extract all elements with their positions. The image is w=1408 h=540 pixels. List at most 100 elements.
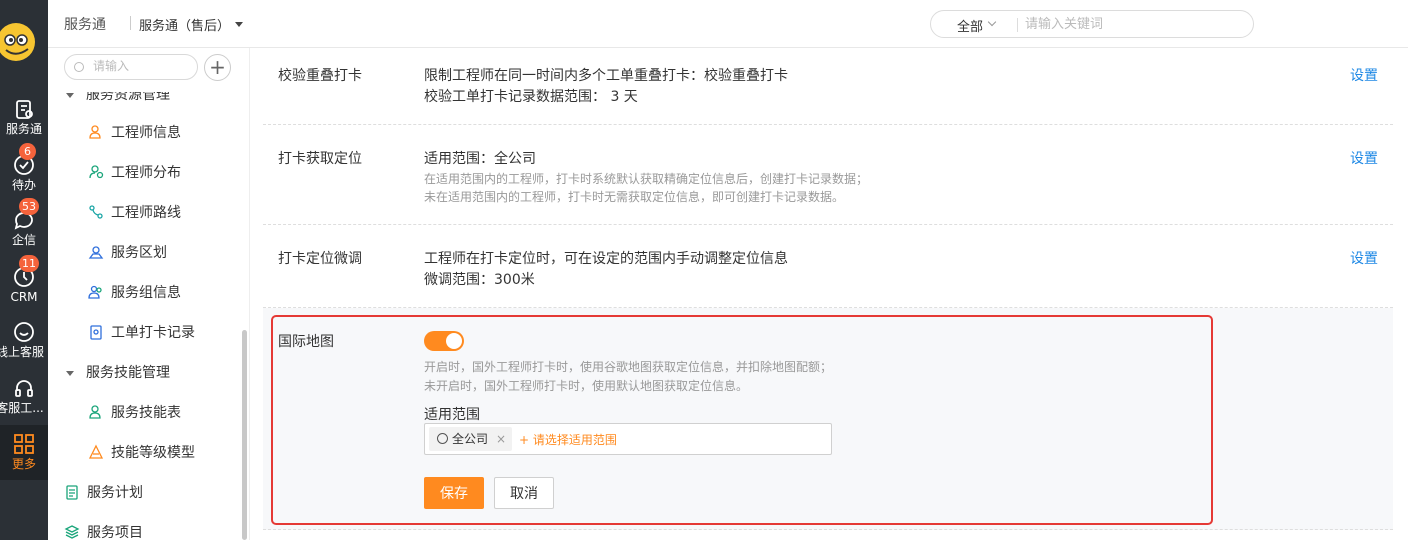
rail-label: 客服工... xyxy=(0,401,44,415)
sidebar-item-service-area[interactable]: 服务区划 xyxy=(88,242,167,262)
rail-label: 更多 xyxy=(11,457,36,471)
rail-item-messenger[interactable]: 企信 53 xyxy=(0,198,48,247)
rail-label: 待办 xyxy=(11,178,36,192)
search-input[interactable] xyxy=(1025,15,1245,33)
secondary-sidebar: + 服务资源管理 工程师信息 工程师分布 工程师路线 服务区划 服务组信息 工单… xyxy=(48,48,250,540)
setting-title: 打卡定位微调 xyxy=(278,251,362,267)
cancel-button[interactable]: 取消 xyxy=(494,477,554,509)
search-icon xyxy=(74,62,84,72)
setting-desc: 限制工程师在同一时间内多个工单重叠打卡：校验重叠打卡 xyxy=(424,68,788,84)
setting-desc: 校验工单打卡记录数据范围： 3 天 xyxy=(424,89,638,105)
setting-title: 国际地图 xyxy=(278,334,334,350)
tree-group-label: 服务技能管理 xyxy=(86,365,170,381)
sidebar-item-engineer-distribution[interactable]: 工程师分布 xyxy=(88,162,181,182)
rail-item-agent-workbench[interactable]: 客服工... xyxy=(0,376,48,415)
scope-label: 适用范围 xyxy=(424,407,480,423)
clipboard-wrench-icon xyxy=(16,100,33,119)
app-logo xyxy=(0,22,36,62)
scope-selector[interactable]: 服务通（售后） xyxy=(139,15,230,34)
scope-tag: 全公司 × xyxy=(429,427,513,451)
sidebar-item-service-project[interactable]: 服务项目 xyxy=(64,522,143,540)
settings-panel: 校验重叠打卡 限制工程师在同一时间内多个工单重叠打卡：校验重叠打卡 校验工单打卡… xyxy=(250,48,1408,540)
sidebar-item-label: 技能等级模型 xyxy=(111,445,195,461)
rail-label: CRM xyxy=(10,290,38,304)
unread-badge: 53 xyxy=(19,198,39,215)
location-pin-icon xyxy=(89,165,104,179)
triangle-level-icon xyxy=(88,444,104,459)
plan-icon xyxy=(66,485,78,500)
headset-icon xyxy=(15,380,33,397)
setting-title: 打卡获取定位 xyxy=(278,151,362,167)
rail-item-todo[interactable]: 待办 6 xyxy=(0,143,48,192)
sidebar-item-engineer-route[interactable]: 工程师路线 xyxy=(88,202,181,222)
search-category-select[interactable]: 全部 xyxy=(957,16,983,35)
sidebar-item-label: 服务组信息 xyxy=(111,285,181,301)
save-button[interactable]: 保存 xyxy=(424,477,484,509)
group-icon xyxy=(88,285,102,299)
sidebar-item-label: 工程师分布 xyxy=(111,165,181,181)
checkin-record-icon xyxy=(90,325,102,340)
sidebar-scrollbar[interactable] xyxy=(242,330,247,540)
add-scope-link[interactable]: + 请选择适用范围 xyxy=(519,431,617,448)
sidebar-item-service-group[interactable]: 服务组信息 xyxy=(88,282,181,302)
sidebar-search-input[interactable] xyxy=(93,59,191,73)
rail-label: 企信 xyxy=(11,233,36,247)
engineer-icon xyxy=(89,125,101,139)
app-rail: 服务通 待办 6 企信 53 CRM 11 线上客服 客服工... 更多 xyxy=(0,0,48,540)
setting-desc: 工程师在打卡定位时，可在设定的范围内手动调整定位信息 xyxy=(424,251,788,267)
setting-desc: 适用范围：全公司 xyxy=(424,151,536,167)
sidebar-item-service-plan[interactable]: 服务计划 xyxy=(64,482,143,502)
top-bar: 服务通 服务通（售后） 全部 xyxy=(48,0,1408,48)
global-search: 全部 xyxy=(930,10,1254,38)
chevron-down-icon[interactable] xyxy=(987,17,997,27)
unread-badge: 11 xyxy=(19,255,39,272)
sidebar-item-label: 服务技能表 xyxy=(111,405,181,421)
setting-row-overlap-check: 校验重叠打卡 限制工程师在同一时间内多个工单重叠打卡：校验重叠打卡 校验工单打卡… xyxy=(263,48,1393,125)
setting-note: 未开启时，国外工程师打卡时，使用默认地图获取定位信息。 xyxy=(424,379,749,393)
divider xyxy=(130,16,131,30)
sidebar-item-engineer-info[interactable]: 工程师信息 xyxy=(88,122,181,142)
settings-link[interactable]: 设置 xyxy=(1350,65,1378,85)
rail-label: 线上客服 xyxy=(0,345,44,359)
rail-item-online-service[interactable]: 线上客服 xyxy=(0,320,48,359)
setting-row-checkin-location: 打卡获取定位 适用范围：全公司 在适用范围内的工程师，打卡时系统默认获取精确定位… xyxy=(263,125,1393,225)
unread-badge: 6 xyxy=(19,143,36,160)
caret-down-icon[interactable] xyxy=(235,22,243,27)
caret-down-icon xyxy=(66,370,74,376)
sidebar-item-label: 工单打卡记录 xyxy=(111,325,195,341)
rail-item-more[interactable]: 更多 xyxy=(0,425,48,480)
tree-group-skill[interactable]: 服务技能管理 xyxy=(66,362,170,382)
setting-row-international-map: 国际地图 开启时，国外工程师打卡时，使用谷歌地图获取定位信息，并扣除地图配额； … xyxy=(263,308,1393,530)
sidebar-item-skill-level-model[interactable]: 技能等级模型 xyxy=(88,442,195,462)
setting-note: 在适用范围内的工程师，打卡时系统默认获取精确定位信息后，创建打卡记录数据； xyxy=(424,172,869,186)
layers-icon xyxy=(64,525,80,539)
scope-tag-label: 全公司 xyxy=(452,432,489,446)
add-button[interactable]: + xyxy=(204,54,231,81)
rail-item-service[interactable]: 服务通 xyxy=(0,97,48,136)
sidebar-item-label: 工程师路线 xyxy=(111,205,181,221)
setting-row-location-adjust: 打卡定位微调 工程师在打卡定位时，可在设定的范围内手动调整定位信息 微调范围：3… xyxy=(263,225,1393,308)
settings-link[interactable]: 设置 xyxy=(1350,248,1378,268)
toggle-knob xyxy=(446,333,462,349)
sidebar-item-label: 服务项目 xyxy=(87,525,143,540)
tree-group-resource[interactable]: 服务资源管理 xyxy=(66,87,170,104)
setting-title: 校验重叠打卡 xyxy=(278,68,362,84)
tree-group-label: 服务资源管理 xyxy=(86,87,170,103)
grid-icon xyxy=(14,434,34,454)
app-title: 服务通 xyxy=(64,17,106,33)
setting-note: 未在适用范围内的工程师，打卡时无需获取定位信息，即可创建打卡记录数据。 xyxy=(424,190,845,204)
skill-icon xyxy=(89,405,101,419)
sidebar-item-skill-table[interactable]: 服务技能表 xyxy=(88,402,181,422)
divider xyxy=(1017,18,1018,32)
settings-link[interactable]: 设置 xyxy=(1350,148,1378,168)
sidebar-search xyxy=(64,54,198,80)
scope-field[interactable]: 全公司 × + 请选择适用范围 xyxy=(424,423,832,455)
sidebar-item-checkin-record[interactable]: 工单打卡记录 xyxy=(88,322,195,342)
sidebar-item-label: 服务计划 xyxy=(87,485,143,501)
circle-icon xyxy=(437,433,448,444)
area-icon xyxy=(88,246,104,259)
intl-map-toggle[interactable] xyxy=(424,331,464,351)
rail-label: 服务通 xyxy=(5,122,42,136)
rail-item-crm[interactable]: CRM 11 xyxy=(0,255,48,304)
remove-tag-icon[interactable]: × xyxy=(496,432,506,446)
